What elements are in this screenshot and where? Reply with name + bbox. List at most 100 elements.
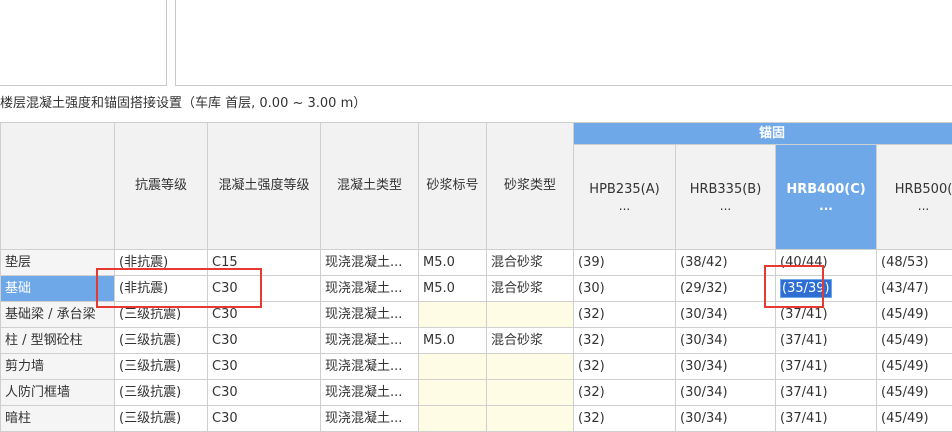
anchor-hrb500-cell[interactable]: (43/47) xyxy=(877,276,952,302)
col-header-hrb400-ellipsis: ... xyxy=(776,199,876,213)
anchor-hpb235-cell[interactable]: (32) xyxy=(574,406,676,432)
anchor-hrb400-cell[interactable]: (37/41) xyxy=(776,380,877,406)
mortar-grade-cell[interactable]: M5.0 xyxy=(419,328,487,354)
top-left-panel xyxy=(0,0,167,86)
table-row: 基础梁 / 承台梁 (三级抗震) C30 现浇混凝土... (32) (30/3… xyxy=(1,302,952,328)
concrete-type-cell[interactable]: 现浇混凝土... xyxy=(321,250,419,276)
anchor-hrb500-cell[interactable]: (48/53) xyxy=(877,250,952,276)
row-header[interactable]: 垫层 xyxy=(1,250,115,276)
row-header-corner xyxy=(1,123,115,250)
mortar-grade-cell[interactable]: M5.0 xyxy=(419,276,487,302)
anchor-hrb400-cell[interactable]: (37/41) xyxy=(776,328,877,354)
concrete-type-cell[interactable]: 现浇混凝土... xyxy=(321,276,419,302)
anchor-hpb235-cell[interactable]: (32) xyxy=(574,328,676,354)
anchor-hrb500-cell[interactable]: (45/49) xyxy=(877,302,952,328)
table-row: 暗柱 (三级抗震) C30 现浇混凝土... (32) (30/34) (37/… xyxy=(1,406,952,432)
anchor-hrb400-cell[interactable]: (37/41) xyxy=(776,354,877,380)
anchor-hrb400-cell[interactable]: (37/41) xyxy=(776,406,877,432)
anchor-hrb335-cell[interactable]: (30/34) xyxy=(676,302,776,328)
anchor-hrb400-edit-input[interactable]: (35/39) xyxy=(780,279,832,298)
table-row: 人防门框墙 (三级抗震) C30 现浇混凝土... (32) (30/34) (… xyxy=(1,380,952,406)
mortar-type-cell[interactable] xyxy=(487,380,574,406)
col-header-hrb500[interactable]: HRB500(... xyxy=(877,145,952,250)
col-header-seismic[interactable]: 抗震等级 xyxy=(115,123,208,250)
anchor-hrb500-cell[interactable]: (45/49) xyxy=(877,380,952,406)
mortar-type-cell[interactable] xyxy=(487,302,574,328)
mortar-grade-cell[interactable] xyxy=(419,380,487,406)
col-header-hpb235-ellipsis: ... xyxy=(574,199,675,213)
mortar-type-cell[interactable]: 混合砂浆 xyxy=(487,250,574,276)
table-row: 剪力墙 (三级抗震) C30 现浇混凝土... (32) (30/34) (37… xyxy=(1,354,952,380)
col-header-hrb335[interactable]: HRB335(B)... xyxy=(676,145,776,250)
concrete-grade-cell[interactable]: C30 xyxy=(208,276,321,302)
anchor-hrb500-cell[interactable]: (45/49) xyxy=(877,328,952,354)
seismic-cell[interactable]: (非抗震) xyxy=(115,250,208,276)
anchor-hrb500-cell[interactable]: (45/49) xyxy=(877,406,952,432)
col-header-hrb335-ellipsis: ... xyxy=(676,199,775,213)
anchor-hpb235-cell[interactable]: (39) xyxy=(574,250,676,276)
mortar-grade-cell[interactable]: M5.0 xyxy=(419,250,487,276)
mortar-type-cell[interactable] xyxy=(487,406,574,432)
anchor-hrb500-cell[interactable]: (45/49) xyxy=(877,354,952,380)
concrete-grade-cell[interactable]: C30 xyxy=(208,302,321,328)
concrete-grade-cell[interactable]: C30 xyxy=(208,328,321,354)
table-row-selected: 基础 (非抗震) C30 现浇混凝土... M5.0 混合砂浆 (30) (29… xyxy=(1,276,952,302)
seismic-cell[interactable]: (非抗震) xyxy=(115,276,208,302)
row-header[interactable]: 剪力墙 xyxy=(1,354,115,380)
row-header[interactable]: 柱 / 型钢砼柱 xyxy=(1,328,115,354)
col-header-hrb335-label: HRB335(B) xyxy=(690,182,762,197)
col-header-concrete-grade[interactable]: 混凝土强度等级 xyxy=(208,123,321,250)
seismic-cell[interactable]: (三级抗震) xyxy=(115,406,208,432)
table-row: 柱 / 型钢砼柱 (三级抗震) C30 现浇混凝土... M5.0 混合砂浆 (… xyxy=(1,328,952,354)
mortar-grade-cell[interactable] xyxy=(419,354,487,380)
col-header-hrb500-ellipsis: ... xyxy=(877,199,952,213)
seismic-cell[interactable]: (三级抗震) xyxy=(115,354,208,380)
settings-table: 抗震等级 混凝土强度等级 混凝土类型 砂浆标号 砂浆类型 锚固 HPB235(A… xyxy=(0,122,952,432)
anchor-hrb335-cell[interactable]: (30/34) xyxy=(676,354,776,380)
anchor-hrb400-cell[interactable]: (40/44) xyxy=(776,250,877,276)
mortar-grade-cell[interactable] xyxy=(419,406,487,432)
concrete-grade-cell[interactable]: C30 xyxy=(208,380,321,406)
mortar-type-cell[interactable]: 混合砂浆 xyxy=(487,328,574,354)
concrete-type-cell[interactable]: 现浇混凝土... xyxy=(321,354,419,380)
table-row: 垫层 (非抗震) C15 现浇混凝土... M5.0 混合砂浆 (39) (38… xyxy=(1,250,952,276)
concrete-type-cell[interactable]: 现浇混凝土... xyxy=(321,406,419,432)
anchor-hrb400-cell[interactable]: (37/41) xyxy=(776,302,877,328)
col-header-hpb235[interactable]: HPB235(A)... xyxy=(574,145,676,250)
mortar-type-cell[interactable]: 混合砂浆 xyxy=(487,276,574,302)
col-header-concrete-type[interactable]: 混凝土类型 xyxy=(321,123,419,250)
col-header-hrb400[interactable]: HRB400(C)... xyxy=(776,145,877,250)
concrete-type-cell[interactable]: 现浇混凝土... xyxy=(321,380,419,406)
concrete-grade-cell[interactable]: C30 xyxy=(208,354,321,380)
section-title: 楼层混凝土强度和锚固搭接设置（车库 首层, 0.00 ~ 3.00 m） xyxy=(0,95,366,113)
anchor-hpb235-cell[interactable]: (32) xyxy=(574,302,676,328)
seismic-cell[interactable]: (三级抗震) xyxy=(115,380,208,406)
concrete-grade-cell[interactable]: C30 xyxy=(208,406,321,432)
seismic-cell[interactable]: (三级抗震) xyxy=(115,302,208,328)
mortar-type-cell[interactable] xyxy=(487,354,574,380)
mortar-grade-cell[interactable] xyxy=(419,302,487,328)
anchor-hpb235-cell[interactable]: (32) xyxy=(574,380,676,406)
anchor-hrb335-cell[interactable]: (29/32) xyxy=(676,276,776,302)
col-header-hpb235-label: HPB235(A) xyxy=(589,182,659,197)
col-header-hrb500-label: HRB500( xyxy=(895,182,952,197)
anchor-hpb235-cell[interactable]: (32) xyxy=(574,354,676,380)
anchor-hrb335-cell[interactable]: (38/42) xyxy=(676,250,776,276)
col-header-hrb400-label: HRB400(C) xyxy=(786,182,865,197)
anchor-hrb335-cell[interactable]: (30/34) xyxy=(676,328,776,354)
concrete-grade-cell[interactable]: C15 xyxy=(208,250,321,276)
anchor-hrb335-cell[interactable]: (30/34) xyxy=(676,380,776,406)
row-header[interactable]: 暗柱 xyxy=(1,406,115,432)
row-header[interactable]: 基础 xyxy=(1,276,115,302)
col-header-mortar-grade[interactable]: 砂浆标号 xyxy=(419,123,487,250)
seismic-cell[interactable]: (三级抗震) xyxy=(115,328,208,354)
group-header-anchorage: 锚固 xyxy=(574,123,952,145)
row-header[interactable]: 基础梁 / 承台梁 xyxy=(1,302,115,328)
anchor-hpb235-cell[interactable]: (30) xyxy=(574,276,676,302)
anchor-hrb400-cell-active[interactable]: (35/39) xyxy=(776,276,877,302)
col-header-mortar-type[interactable]: 砂浆类型 xyxy=(487,123,574,250)
anchor-hrb335-cell[interactable]: (30/34) xyxy=(676,406,776,432)
concrete-type-cell[interactable]: 现浇混凝土... xyxy=(321,302,419,328)
row-header[interactable]: 人防门框墙 xyxy=(1,380,115,406)
concrete-type-cell[interactable]: 现浇混凝土... xyxy=(321,328,419,354)
